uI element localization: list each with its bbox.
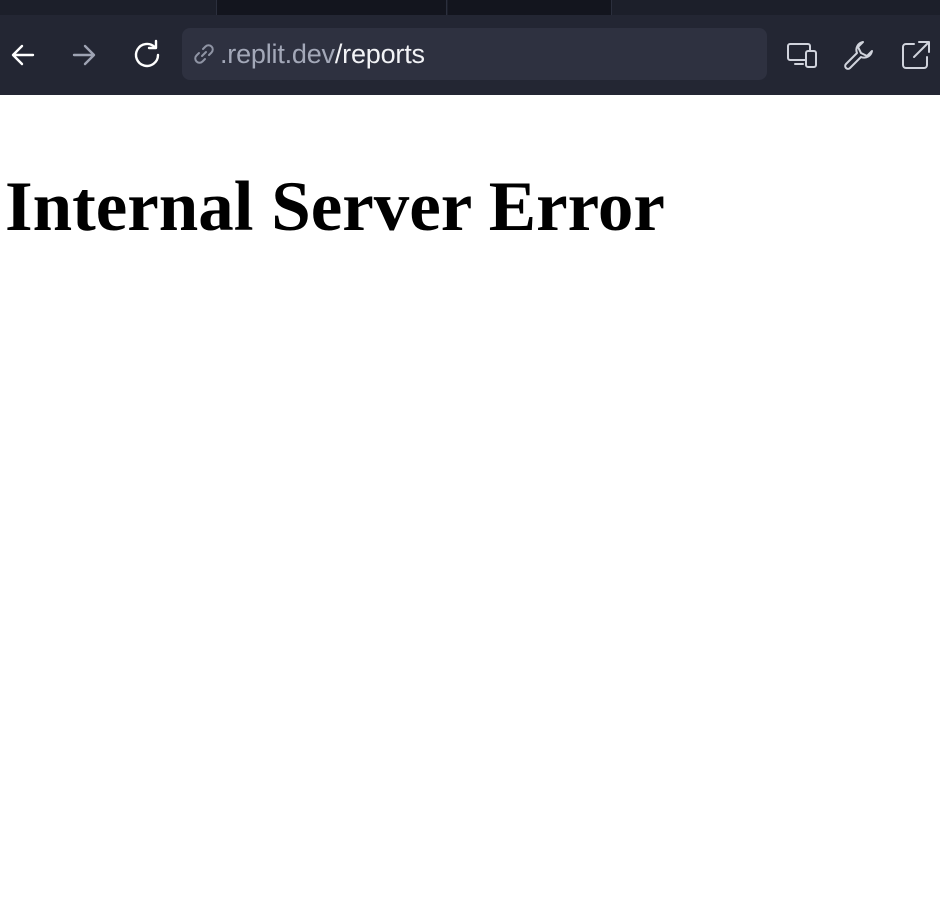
arrow-right-icon — [69, 40, 99, 70]
devices-icon — [785, 38, 819, 72]
tab-strip — [0, 0, 940, 15]
device-preview-button[interactable] — [784, 37, 820, 73]
tab-divider — [446, 0, 447, 15]
reload-icon — [130, 38, 164, 72]
tab-divider — [611, 0, 612, 15]
arrow-left-icon — [8, 40, 38, 70]
link-icon — [192, 42, 216, 66]
tab-divider — [216, 0, 217, 15]
address-bar[interactable]: .replit.dev/reports — [182, 28, 767, 80]
page-content: Internal Server Error — [0, 95, 940, 906]
url-text: .replit.dev/reports — [220, 39, 425, 70]
back-button[interactable] — [5, 37, 41, 73]
browser-toolbar: .replit.dev/reports — [0, 15, 940, 95]
open-in-new-tab-button[interactable] — [898, 37, 934, 73]
browser-tab[interactable] — [448, 0, 611, 15]
forward-button[interactable] — [66, 37, 102, 73]
reload-button[interactable] — [129, 37, 165, 73]
external-link-icon — [899, 38, 933, 72]
devtools-button[interactable] — [841, 37, 877, 73]
wrench-icon — [842, 38, 876, 72]
url-domain: .replit.dev — [220, 38, 335, 69]
error-heading: Internal Server Error — [5, 168, 665, 246]
url-path: /reports — [334, 38, 425, 69]
browser-tab[interactable] — [217, 0, 446, 15]
